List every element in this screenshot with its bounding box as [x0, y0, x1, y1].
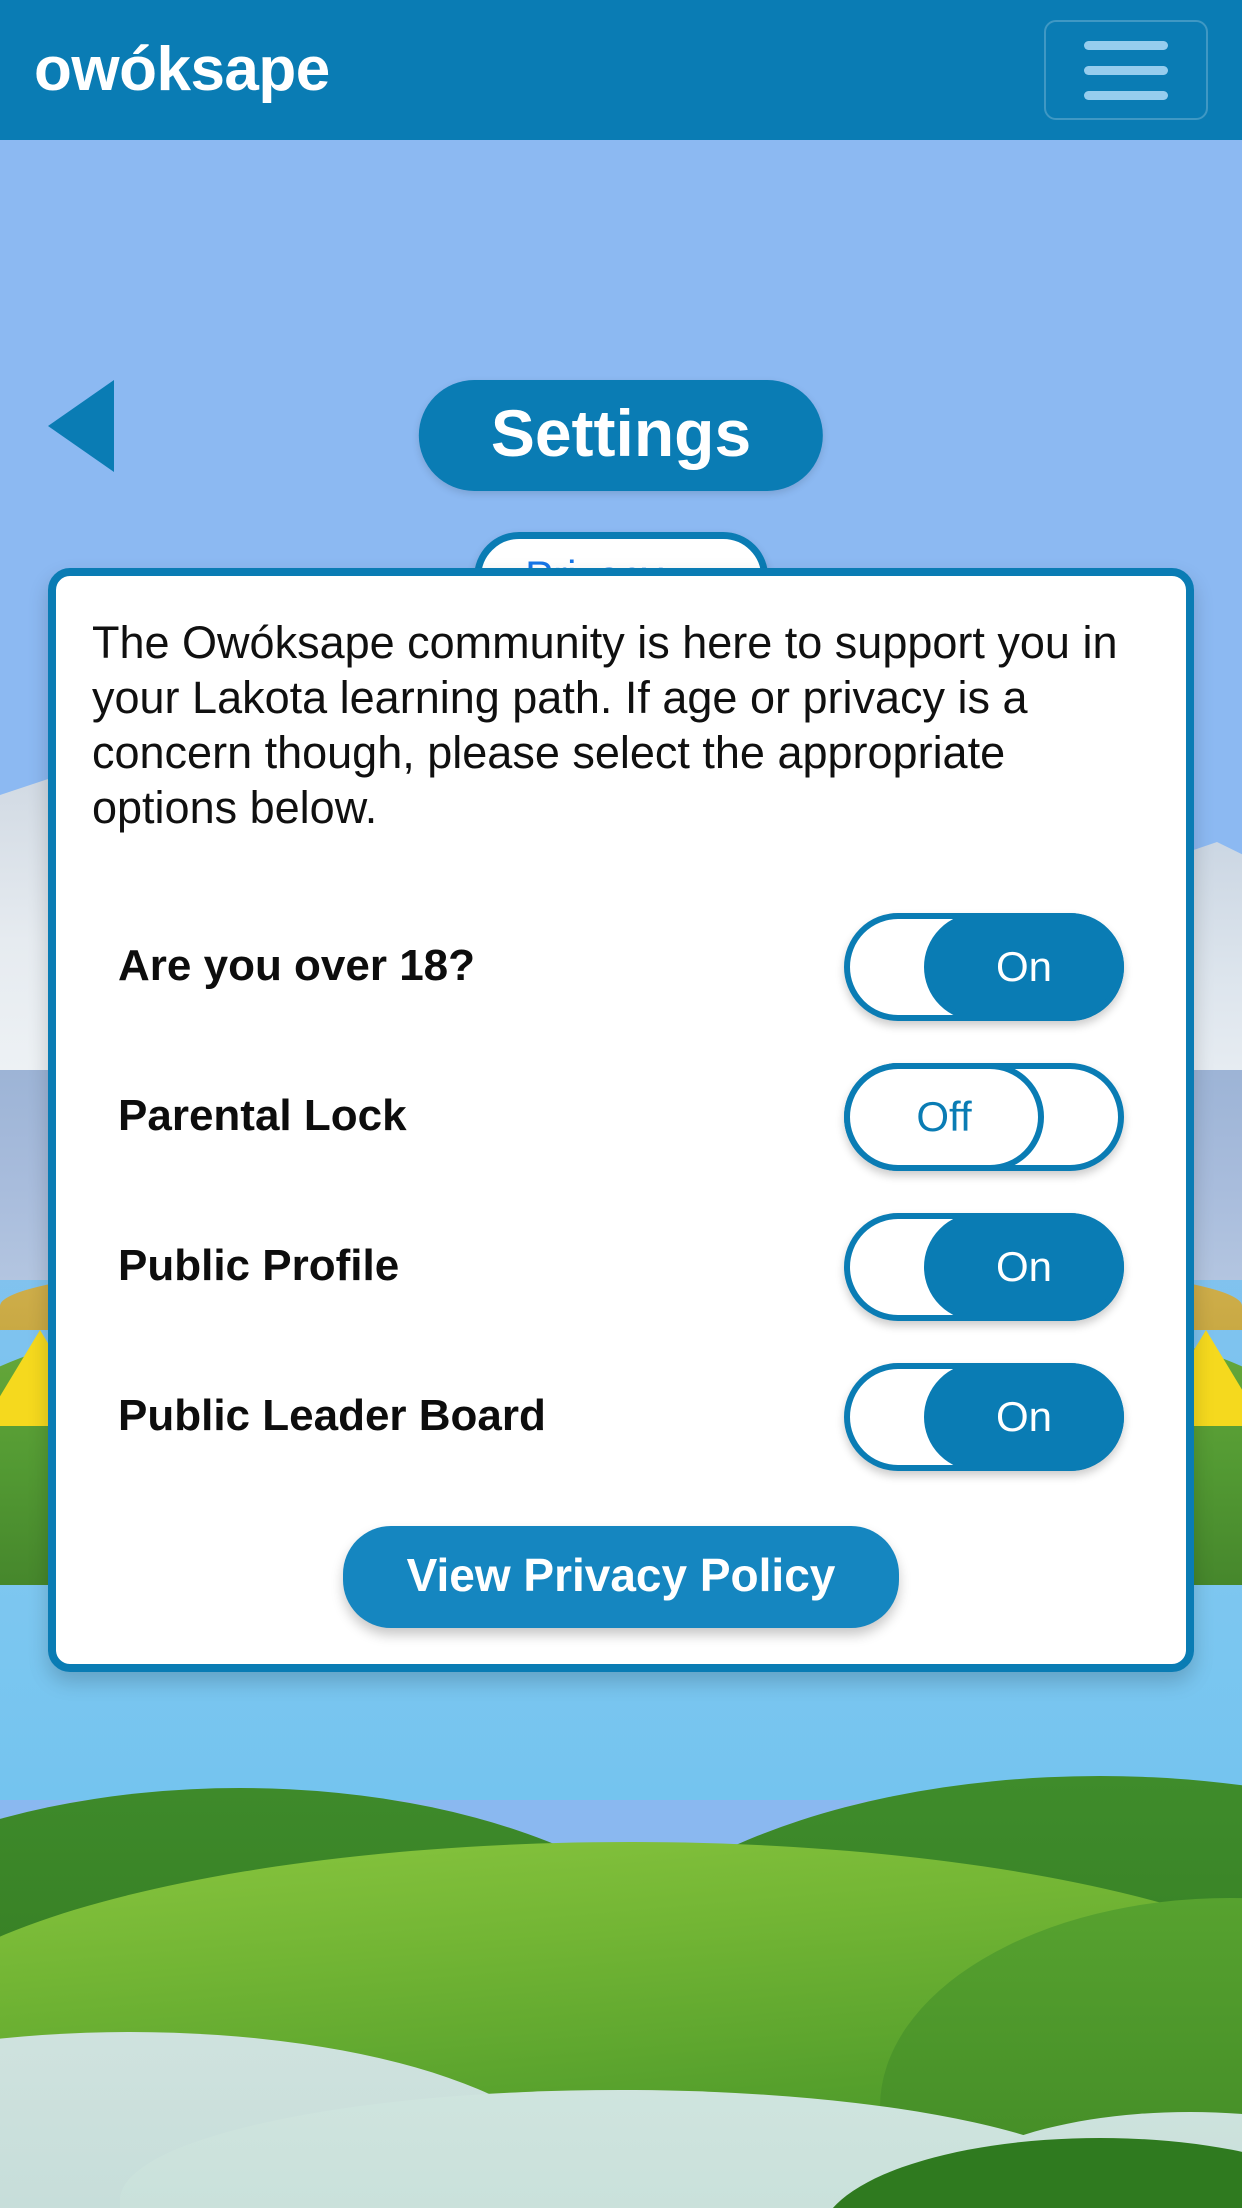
setting-label: Public Leader Board — [118, 1391, 546, 1441]
toggle-state-label: On — [924, 912, 1124, 1021]
toggle-state-label: On — [924, 1362, 1124, 1471]
hamburger-menu-icon[interactable] — [1044, 20, 1208, 120]
setting-row-parental-lock: Parental Lock Off — [86, 1042, 1156, 1192]
toggle-state-label: On — [924, 1212, 1124, 1321]
app-brand-title: owóksape — [34, 35, 330, 104]
privacy-toggle-list: Are you over 18? On Parental Lock Off Pu… — [86, 892, 1156, 1492]
privacy-policy-button-wrap: View Privacy Policy — [86, 1525, 1156, 1628]
toggle-public-profile[interactable]: On — [844, 1212, 1124, 1321]
toggle-public-leader-board[interactable]: On — [844, 1362, 1124, 1471]
setting-row-over-18: Are you over 18? On — [86, 892, 1156, 1042]
back-arrow-icon[interactable] — [48, 380, 114, 472]
setting-row-public-leader-board: Public Leader Board On — [86, 1342, 1156, 1492]
view-privacy-policy-button[interactable]: View Privacy Policy — [342, 1525, 900, 1628]
page-nav-area: Settings Privacy — [0, 140, 1242, 623]
toggle-over-18[interactable]: On — [844, 912, 1124, 1021]
setting-label: Are you over 18? — [118, 941, 476, 991]
app-root: owóksape Settings Privacy The Owóksape c… — [0, 0, 1242, 2208]
setting-label: Parental Lock — [118, 1091, 407, 1141]
app-header: owóksape — [0, 0, 1242, 140]
hamburger-bar-1 — [1084, 40, 1168, 50]
setting-row-public-profile: Public Profile On — [86, 1192, 1156, 1342]
hamburger-bar-2 — [1084, 65, 1168, 75]
hamburger-bar-3 — [1084, 90, 1168, 100]
toggle-parental-lock[interactable]: Off — [844, 1062, 1124, 1171]
toggle-state-label: Off — [844, 1062, 1044, 1171]
privacy-intro-text: The Owóksape community is here to suppor… — [92, 617, 1118, 833]
privacy-settings-card: The Owóksape community is here to suppor… — [48, 568, 1194, 1672]
page-title: Settings — [418, 380, 824, 492]
setting-label: Public Profile — [118, 1241, 400, 1291]
